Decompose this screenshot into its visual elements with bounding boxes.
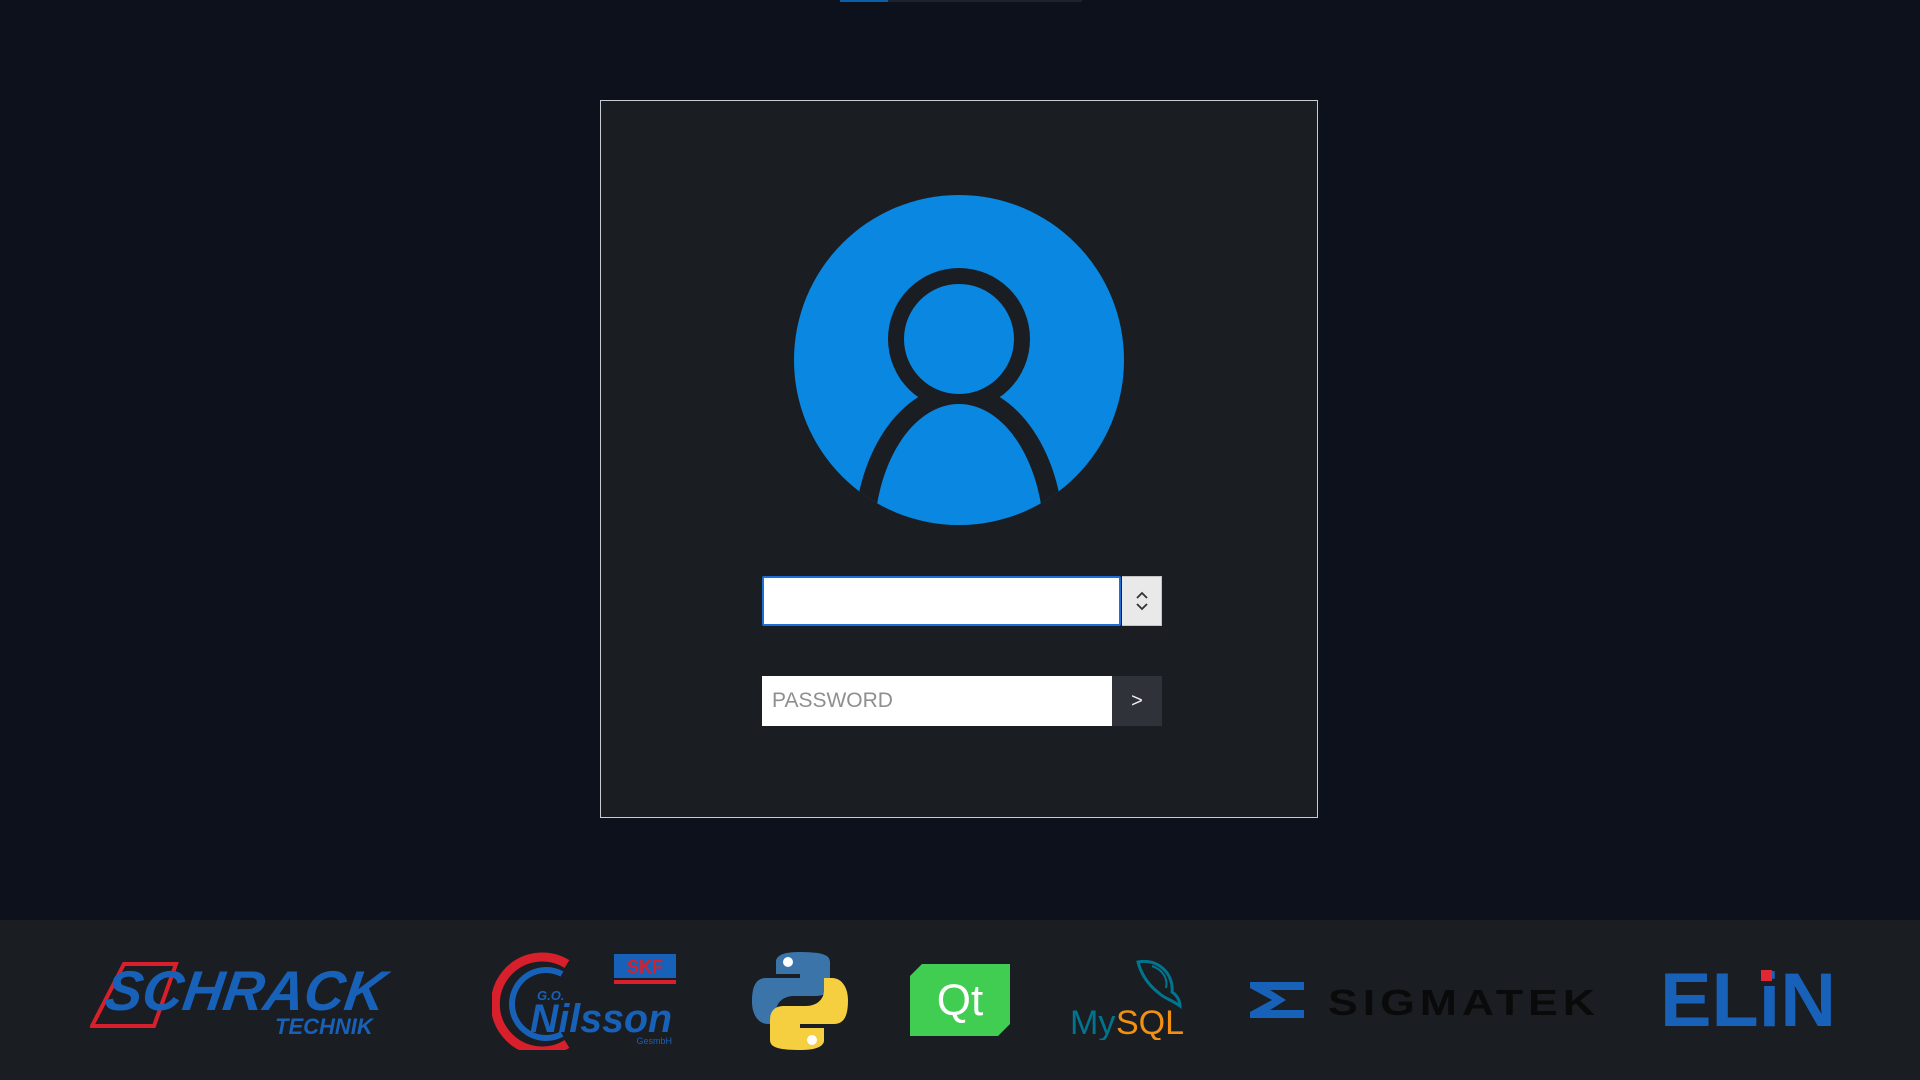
password-input[interactable] <box>762 676 1112 726</box>
password-row: > <box>762 676 1162 726</box>
technik-text: TECHNIK <box>275 1014 375 1039</box>
username-dropdown-button[interactable] <box>1122 576 1162 626</box>
gesmbh-text: GesmbH <box>636 1036 672 1046</box>
python-logo <box>750 950 850 1052</box>
login-submit-button[interactable]: > <box>1112 676 1162 726</box>
user-avatar-icon <box>794 195 1124 525</box>
nilsson-logo: SKF G.O. Nilsson GesmbH <box>492 950 682 1050</box>
sigmatek-text: SIGMATEK <box>1328 982 1600 1023</box>
schrack-technik-logo: SCHRACK TECHNIK <box>90 960 426 1040</box>
mysql-tm-text: . <box>1180 1026 1183 1037</box>
sigmatek-logo: SIGMATEK <box>1246 976 1606 1026</box>
mysql-my-text: My <box>1070 1004 1115 1040</box>
chevron-up-down-icon <box>1135 591 1148 611</box>
skf-text: SKF <box>627 957 663 977</box>
top-progress-active-segment <box>840 0 888 2</box>
elin-text: ELiN <box>1660 964 1836 1036</box>
qt-text: Qt <box>937 976 983 1025</box>
nilsson-text: Nilsson <box>530 997 672 1041</box>
username-combobox[interactable] <box>762 576 1162 626</box>
mysql-sql-text: SQL <box>1116 1004 1184 1040</box>
mysql-logo: My SQL . <box>1068 956 1190 1040</box>
schrack-text: SCHRACK <box>101 960 394 1022</box>
username-input[interactable] <box>762 576 1121 626</box>
top-progress-indicator <box>840 0 1082 2</box>
qt-logo: Qt <box>910 964 1010 1036</box>
elin-logo: ELiN <box>1658 964 1838 1036</box>
login-panel: > <box>600 100 1318 818</box>
partner-logo-bar: SCHRACK TECHNIK SKF G.O. Nilsson GesmbH … <box>0 920 1920 1080</box>
